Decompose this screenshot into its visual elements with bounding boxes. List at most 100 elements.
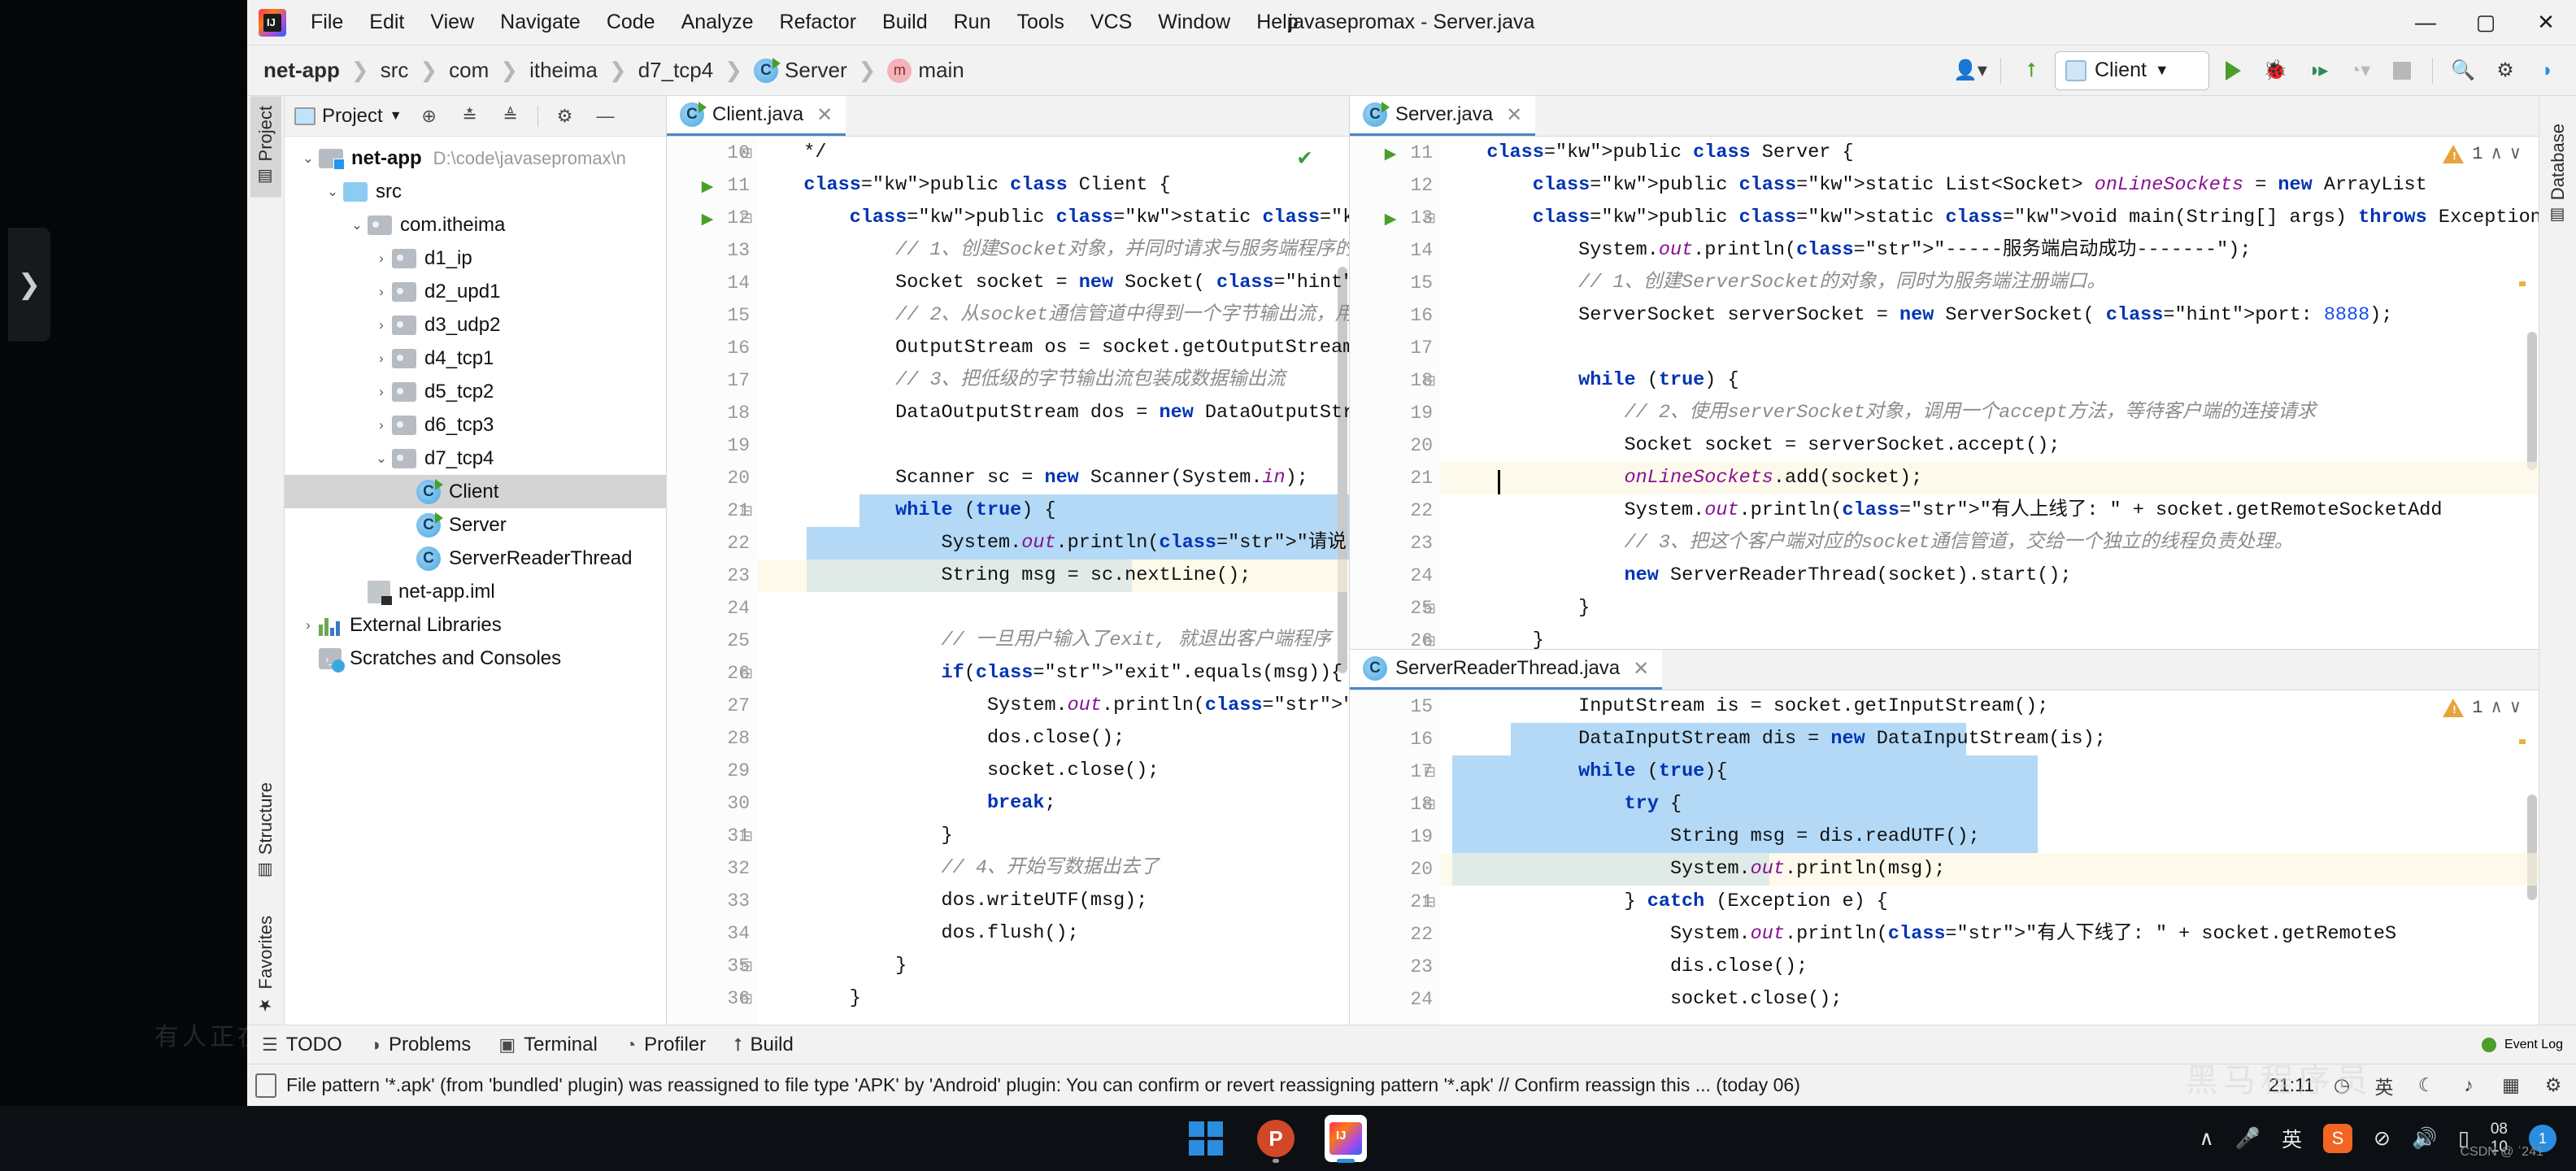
chevron-right-icon[interactable]: ›: [298, 617, 319, 633]
code-line[interactable]: System.out.println(class="str">"-----服务端…: [1441, 234, 2539, 267]
chevron-down-icon[interactable]: ⌄: [322, 184, 343, 200]
chevron-down-icon[interactable]: ⌄: [298, 150, 319, 167]
tree-item-server[interactable]: C Server: [285, 508, 666, 542]
code-line[interactable]: System.out.println(msg);: [1441, 853, 2539, 886]
code-line[interactable]: }: [1441, 592, 2539, 625]
tool-window-structure[interactable]: ▥ Structure: [250, 773, 281, 890]
menu-run[interactable]: Run: [941, 6, 1004, 39]
notification-icon[interactable]: [255, 1073, 276, 1098]
hide-icon[interactable]: —: [592, 102, 620, 130]
search-icon[interactable]: 🔍: [2444, 52, 2482, 89]
chevron-right-icon[interactable]: ›: [371, 284, 392, 300]
fold-marker-icon[interactable]: ⊟: [741, 665, 753, 682]
updates-icon[interactable]: ◗: [2529, 52, 2566, 89]
close-icon[interactable]: ✕: [1633, 657, 1649, 681]
breadcrumb-item-src[interactable]: src: [376, 56, 414, 85]
code-line[interactable]: dos.close();: [758, 722, 1349, 755]
user-icon[interactable]: 👤▾: [1952, 52, 1989, 89]
menu-refactor[interactable]: Refactor: [767, 6, 869, 39]
code-line[interactable]: dis.close();: [1441, 951, 2539, 983]
tree-item-net-app-iml[interactable]: net-app.iml: [285, 575, 666, 608]
code-line[interactable]: } catch (Exception e) {: [1441, 886, 2539, 918]
tree-item-scratches-and-consoles[interactable]: ›_ Scratches and Consoles: [285, 642, 666, 675]
tool-window-favorites[interactable]: ★ Favorites: [250, 891, 281, 1025]
code-line[interactable]: [1441, 332, 2539, 364]
code-line[interactable]: Scanner sc = new Scanner(System.in);: [758, 462, 1349, 494]
chevron-down-icon[interactable]: ∨: [2510, 143, 2521, 164]
tool-window-database[interactable]: ▤ Database: [2543, 114, 2574, 236]
code-line[interactable]: try {: [1441, 788, 2539, 821]
tab-server-java[interactable]: C Server.java ✕: [1350, 96, 1536, 136]
code-line[interactable]: dos.writeUTF(msg);: [758, 885, 1349, 917]
chevron-up-icon[interactable]: ∧: [2491, 697, 2502, 718]
code-line[interactable]: // 3、把这个客户端对应的socket通信管道，交给一个独立的线程负责处理。: [1441, 527, 2539, 559]
menu-edit[interactable]: Edit: [356, 6, 417, 39]
code-line[interactable]: }: [758, 950, 1349, 982]
reader-warning-indicator[interactable]: 1 ∧ ∨: [2438, 695, 2526, 720]
code-line[interactable]: Socket socket = serverSocket.accept();: [1441, 429, 2539, 462]
chevron-down-icon[interactable]: ⌄: [346, 217, 368, 233]
code-line[interactable]: OutputStream os = socket.getOutputStream…: [758, 332, 1349, 364]
event-log-button[interactable]: Event Log: [2481, 1037, 2576, 1052]
tree-item-d2-upd1[interactable]: › d2_upd1: [285, 275, 666, 308]
chevron-down-icon[interactable]: ∨: [2510, 697, 2521, 718]
bottom-item-build[interactable]: ⭡ Build: [733, 1034, 794, 1056]
code-line[interactable]: }: [758, 820, 1349, 852]
code-line[interactable]: while (true) {: [758, 494, 1349, 527]
fold-marker-icon[interactable]: ⊟: [1424, 764, 1436, 781]
tree-item-serverreaderthread[interactable]: C ServerReaderThread: [285, 542, 666, 575]
code-line[interactable]: while (true) {: [1441, 364, 2539, 397]
run-gutter-icon[interactable]: ▶: [1382, 210, 1399, 229]
tree-item-client[interactable]: C Client: [285, 475, 666, 508]
menu-code[interactable]: Code: [594, 6, 668, 39]
code-line[interactable]: class="kw">public class Client {: [758, 169, 1349, 202]
code-line[interactable]: // 2、使用serverSocket对象，调用一个accept方法，等待客户端…: [1441, 397, 2539, 429]
keyboard-icon[interactable]: ▦: [2496, 1071, 2526, 1100]
code-line[interactable]: class="kw">public class="kw">static clas…: [1441, 202, 2539, 234]
close-icon[interactable]: ✕: [1506, 103, 1522, 127]
code-line[interactable]: // 4、开始写数据出去了: [758, 852, 1349, 885]
bottom-item-todo[interactable]: ☰ TODO: [262, 1034, 342, 1056]
code-line[interactable]: Socket socket = new Socket( class="hint"…: [758, 267, 1349, 299]
code-client[interactable]: ✔ */ class="kw">public class Client { cl…: [758, 137, 1349, 1025]
status-message[interactable]: File pattern '*.apk' (from 'bundled' plu…: [286, 1074, 1800, 1096]
code-line[interactable]: */: [758, 137, 1349, 169]
chevron-right-icon[interactable]: ›: [371, 250, 392, 267]
code-line[interactable]: System.out.println(class="str">"欢迎您下次光临!: [758, 690, 1349, 722]
tab-serverreaderthread-java[interactable]: C ServerReaderThread.java ✕: [1350, 650, 1663, 690]
code-line[interactable]: InputStream is = socket.getInputStream()…: [1441, 690, 2539, 723]
code-line[interactable]: DataOutputStream dos = new DataOutputStr…: [758, 397, 1349, 429]
tree-item-d5-tcp2[interactable]: › d5_tcp2: [285, 375, 666, 408]
code-line[interactable]: while (true){: [1441, 755, 2539, 788]
server-warning-indicator[interactable]: 1 ∧ ∨: [2438, 141, 2526, 166]
tree-item-d3-udp2[interactable]: › d3_udp2: [285, 308, 666, 342]
run-configuration-selector[interactable]: Client ▼: [2055, 50, 2209, 90]
menu-analyze[interactable]: Analyze: [668, 6, 767, 39]
code-line[interactable]: if(class="str">"exit".equals(msg)){: [758, 657, 1349, 690]
code-line[interactable]: socket.close();: [1441, 983, 2539, 1016]
editor-client-code[interactable]: ⊟ 10 ▶ 11 ▶ ⊟ 12 13 14 15 16 17 18 19 20 ⊟ 21 22 23 24 25 ⊟ 26…: [667, 137, 1349, 1025]
breadcrumb-item-server[interactable]: C Server: [749, 56, 852, 85]
menu-help[interactable]: Help: [1243, 6, 1311, 39]
fold-marker-icon[interactable]: ⊟: [1424, 210, 1436, 227]
run-gutter-icon[interactable]: ▶: [699, 177, 716, 196]
code-line[interactable]: System.out.println(class="str">"有人上线了: "…: [1441, 494, 2539, 527]
editor-server-code[interactable]: ▶1112▶⊟1314151617⊟18192021222324⊟25⊟26 1…: [1350, 137, 2539, 649]
gutter-server[interactable]: ▶ 11 12 ▶ ⊟ 13 14 15 16 17 ⊟ 18 19 20 21 22 23 24 ⊟ 25 ⊟ 26: [1350, 137, 1441, 649]
code-line[interactable]: System.out.println(class="str">"请说: ");: [758, 527, 1349, 559]
code-reader[interactable]: 1 ∧ ∨ InputStream is = socket.getInputSt…: [1441, 690, 2539, 1025]
code-line[interactable]: // 3、把低级的字节输出流包装成数据输出流: [758, 364, 1349, 397]
code-line[interactable]: socket.close();: [758, 755, 1349, 787]
menu-window[interactable]: Window: [1145, 6, 1243, 39]
breadcrumb-item-d7tcp4[interactable]: d7_tcp4: [633, 56, 719, 85]
code-line[interactable]: onLineSockets.add(socket);: [1441, 462, 2539, 494]
fold-marker-icon[interactable]: ⊟: [1424, 600, 1436, 617]
code-line[interactable]: }: [758, 982, 1349, 1015]
gutter-reader[interactable]: 15 16 ⊟ 17 ⊟ 18 19 20 ⊟ 21 22 23 24: [1350, 690, 1441, 1025]
fold-marker-icon[interactable]: ⊟: [1424, 633, 1436, 649]
code-line[interactable]: class="kw">public class="kw">static clas…: [758, 202, 1349, 234]
tree-item-src[interactable]: ⌄ src: [285, 175, 666, 208]
code-line[interactable]: dos.flush();: [758, 917, 1349, 950]
menu-tools[interactable]: Tools: [1003, 6, 1077, 39]
stop-icon[interactable]: [2383, 52, 2421, 89]
